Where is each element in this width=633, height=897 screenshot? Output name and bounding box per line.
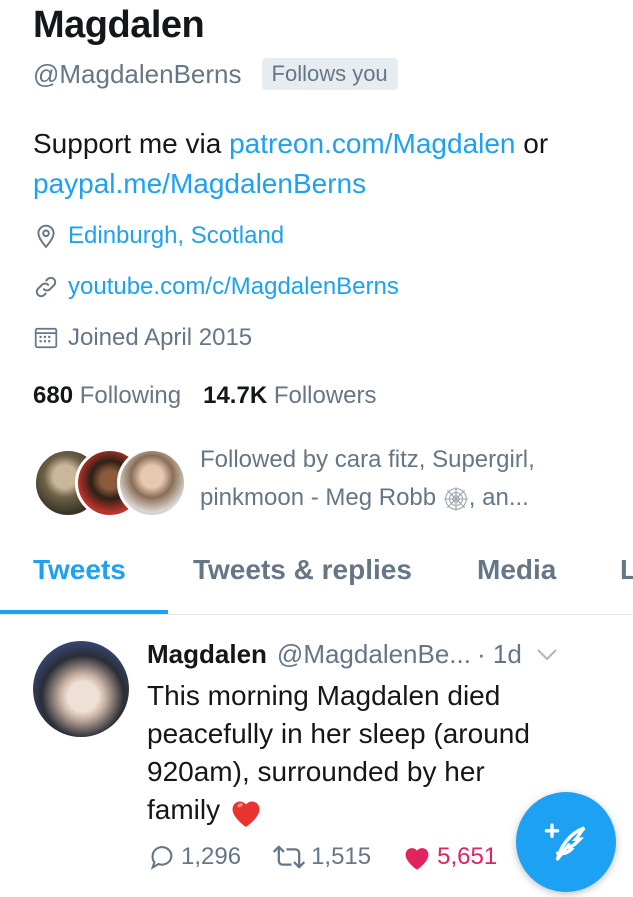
bio-text: Support me via (33, 128, 230, 159)
tweet-text-line: 920am), surrounded by her (147, 756, 485, 787)
profile-joined: Joined April 2015 (33, 324, 252, 352)
tweet-text-line: This morning Magdalen died (147, 680, 501, 711)
followers-label: Followers (273, 382, 377, 409)
active-tab-indicator (0, 610, 168, 614)
tweet-text-line: peacefully in her sleep (around (147, 718, 530, 749)
reply-count: 1,296 (181, 843, 242, 870)
followed-by-avatars[interactable] (33, 448, 187, 518)
following-count: 680 (33, 382, 74, 409)
bio-link-paypal[interactable]: paypal.me/MagdalenBerns (33, 168, 366, 199)
followed-by-line2-end: , an... (468, 484, 529, 511)
follows-you-badge: Follows you (261, 58, 398, 90)
tab-tweets[interactable]: Tweets (33, 554, 126, 586)
retweet-count: 1,515 (311, 843, 372, 870)
tab-likes[interactable]: L (620, 554, 633, 586)
retweet-button[interactable]: 1,515 (271, 843, 371, 871)
tweet-text-line: family (147, 794, 221, 825)
follow-stats: 680 Following 14.7K Followers (33, 382, 377, 410)
bio-text: or (515, 128, 549, 159)
reply-button[interactable]: 1,296 (147, 843, 241, 871)
profile-website[interactable]: youtube.com/c/MagdalenBerns (33, 273, 399, 301)
tweet-author-name[interactable]: Magdalen (147, 639, 267, 670)
avatar (117, 448, 187, 518)
following-label: Following (79, 382, 182, 409)
bio-link-patreon[interactable]: patreon.com/Magdalen (229, 128, 515, 159)
retweet-icon (272, 845, 306, 869)
compose-tweet-icon (544, 823, 586, 861)
website-link[interactable]: youtube.com/c/MagdalenBerns (68, 273, 399, 301)
red-heart-emoji-icon (232, 801, 260, 827)
profile-handle: @MagdalenBerns (33, 58, 242, 89)
profile-name: Magdalen (33, 4, 205, 46)
compose-tweet-button[interactable] (516, 792, 616, 892)
link-icon (35, 276, 57, 298)
tab-media[interactable]: Media (477, 554, 556, 586)
followed-by-text[interactable]: Followed by cara fitz, Supergirl, pinkmo… (200, 441, 620, 517)
followers-count: 14.7K (203, 382, 268, 409)
like-button[interactable]: 5,651 (401, 843, 497, 871)
tweet-avatar[interactable] (33, 641, 129, 737)
location-pin-icon (37, 224, 55, 249)
following-stat[interactable]: 680 Following (33, 382, 181, 410)
profile-location[interactable]: Edinburgh, Scotland (33, 222, 284, 250)
calendar-icon (34, 327, 58, 349)
handle-row: @MagdalenBerns Follows you (33, 58, 398, 90)
like-count: 5,651 (437, 843, 498, 870)
chevron-down-icon[interactable] (536, 648, 558, 662)
reply-icon (150, 846, 173, 870)
location-text[interactable]: Edinburgh, Scotland (68, 222, 284, 250)
tweet-timestamp[interactable]: · 1d (477, 639, 522, 670)
profile-bio: Support me via patreon.com/Magdalen or p… (33, 124, 618, 204)
tab-tweets-replies[interactable]: Tweets & replies (193, 554, 412, 586)
tweet-actions: 1,296 1,515 5,651 (147, 843, 527, 871)
profile-tabs: Tweets Tweets & replies Media L (0, 540, 633, 615)
tweet-author-handle: @MagdalenBe... (276, 639, 471, 669)
heart-icon (405, 848, 429, 870)
followed-by-line1: Followed by cara fitz, Supergirl, (200, 446, 535, 473)
tweet-header: Magdalen @MagdalenBe... · 1d (147, 639, 558, 670)
followers-stat[interactable]: 14.7K Followers (203, 382, 376, 410)
followed-by-line2: pinkmoon - Meg Robb (200, 484, 443, 511)
spider-web-icon (443, 486, 468, 511)
joined-text: Joined April 2015 (68, 324, 253, 351)
